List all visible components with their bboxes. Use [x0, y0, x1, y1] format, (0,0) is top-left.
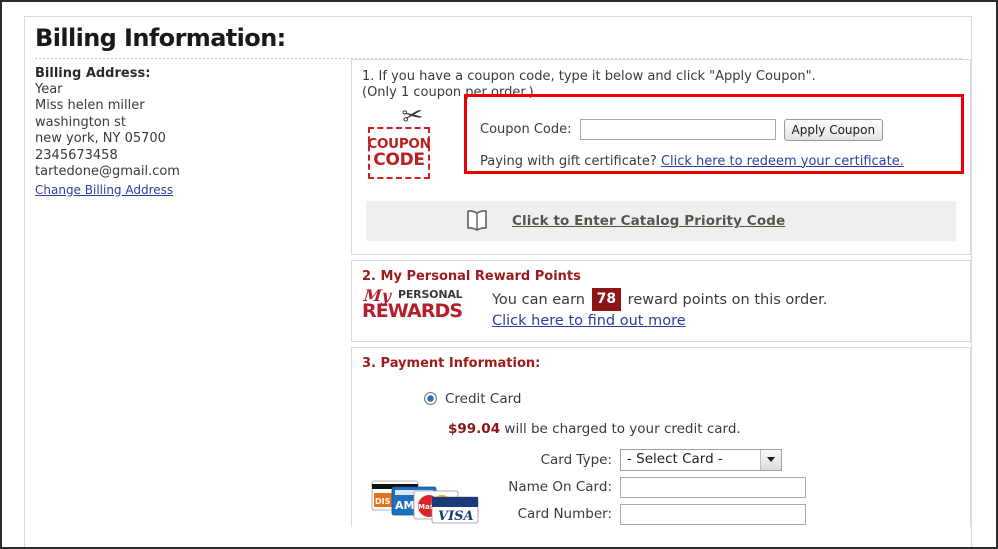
card-type-select[interactable]: - Select Card - — [620, 448, 782, 471]
credit-card-radio[interactable] — [424, 392, 437, 406]
reward-points-message: You can earn 78 reward points on this or… — [492, 287, 960, 332]
browser-page-frame: Billing Information: Billing Address: Ye… — [0, 0, 998, 549]
card-type-row: Card Type: - Select Card - — [462, 448, 960, 471]
billing-information-panel: Billing Information: Billing Address: Ye… — [24, 16, 972, 547]
svg-text:VISA: VISA — [438, 509, 474, 524]
coupon-input-row: Coupon Code: Apply Coupon — [480, 118, 960, 141]
payment-information-heading: 3. Payment Information: — [362, 355, 541, 371]
reward-text-after: reward points on this order. — [627, 291, 828, 308]
reward-points-row: My PERSONAL REWARDS You can earn 78 rewa… — [362, 286, 960, 332]
svg-text:AM: AM — [395, 499, 414, 512]
charge-amount-line: $99.04 will be charged to your credit ca… — [448, 421, 960, 437]
reward-points-badge: 78 — [591, 287, 622, 311]
coupon-code-label: Coupon Code: — [480, 122, 572, 138]
billing-address-line: tartedone@gmail.com — [35, 164, 180, 180]
catalog-priority-code-link[interactable]: Click to Enter Catalog Priority Code — [512, 213, 785, 229]
svg-text:DIS: DIS — [375, 497, 391, 506]
coupon-section: 1. If you have a coupon code, type it be… — [351, 58, 971, 255]
logo-rewards-text: REWARDS — [362, 299, 463, 322]
billing-address-column: Billing Address: Year Miss helen miller … — [25, 59, 351, 198]
coupon-stamp-line1: COUPON — [367, 135, 431, 152]
card-type-selected-value: - Select Card - — [627, 450, 723, 467]
name-on-card-row: Name On Card: — [462, 476, 960, 498]
coupon-instruction-line2: (Only 1 coupon per order.) — [362, 84, 534, 100]
card-type-label: Card Type: — [540, 451, 612, 468]
payment-information-section: 3. Payment Information: Credit Card $99.… — [351, 346, 971, 527]
credit-card-option-row[interactable]: Credit Card — [424, 391, 960, 407]
gift-certificate-row: Paying with gift certificate? Click here… — [480, 154, 960, 169]
coupon-code-graphic: ✂ COUPON CODE — [366, 99, 438, 185]
billing-address-line: Year — [35, 81, 63, 97]
checkout-steps-column: 1. If you have a coupon code, type it be… — [351, 58, 971, 532]
redeem-certificate-link[interactable]: Click here to redeem your certificate. — [661, 154, 904, 169]
personal-rewards-logo: My PERSONAL REWARDS — [362, 286, 482, 323]
coupon-code-input[interactable] — [579, 119, 776, 141]
page-title: Billing Information: — [35, 24, 286, 52]
gift-certificate-text: Paying with gift certificate? — [480, 153, 657, 169]
content-columns: Billing Address: Year Miss helen miller … — [25, 58, 971, 532]
charge-amount-text: will be charged to your credit card. — [504, 420, 741, 437]
change-billing-address-link[interactable]: Change Billing Address — [35, 183, 173, 197]
card-number-row: Card Number: — [462, 503, 960, 525]
accepted-card-logos: DIS AM VISA — [370, 475, 488, 525]
credit-card-radio-label: Credit Card — [445, 390, 522, 407]
credit-card-form: DIS AM VISA Card Type: - Select Card - N… — [362, 448, 960, 525]
reward-points-section: 2. My Personal Reward Points My PERSONAL… — [351, 259, 971, 342]
open-book-icon — [462, 209, 492, 233]
billing-address-line: new york, NY 05700 — [35, 131, 166, 147]
billing-address-line: Miss helen miller — [35, 98, 145, 114]
charge-amount: $99.04 — [448, 420, 501, 437]
reward-find-out-more-link[interactable]: Click here to find out more — [492, 311, 686, 332]
card-number-input[interactable] — [620, 503, 806, 525]
name-on-card-input[interactable] — [620, 476, 806, 498]
coupon-fields: Coupon Code: Apply Coupon Paying with gi… — [438, 107, 960, 169]
coupon-code-stamp: COUPON CODE — [367, 126, 431, 179]
coupon-stamp-line2: CODE — [373, 149, 425, 170]
chevron-down-icon[interactable] — [760, 449, 781, 470]
billing-address-heading: Billing Address: — [35, 65, 151, 81]
coupon-entry-row: ✂ COUPON CODE Coupon Code: Apply Coupon — [362, 99, 960, 185]
catalog-priority-band[interactable]: Click to Enter Catalog Priority Code — [366, 200, 956, 241]
coupon-instruction-line1: 1. If you have a coupon code, type it be… — [362, 68, 816, 84]
reward-points-heading: 2. My Personal Reward Points — [362, 268, 581, 284]
scissors-icon: ✂ — [400, 99, 425, 131]
reward-text-before: You can earn — [492, 291, 585, 308]
billing-address-line: washington st — [35, 114, 127, 130]
billing-address-line: 2345673458 — [35, 147, 118, 163]
apply-coupon-button[interactable]: Apply Coupon — [783, 118, 884, 141]
